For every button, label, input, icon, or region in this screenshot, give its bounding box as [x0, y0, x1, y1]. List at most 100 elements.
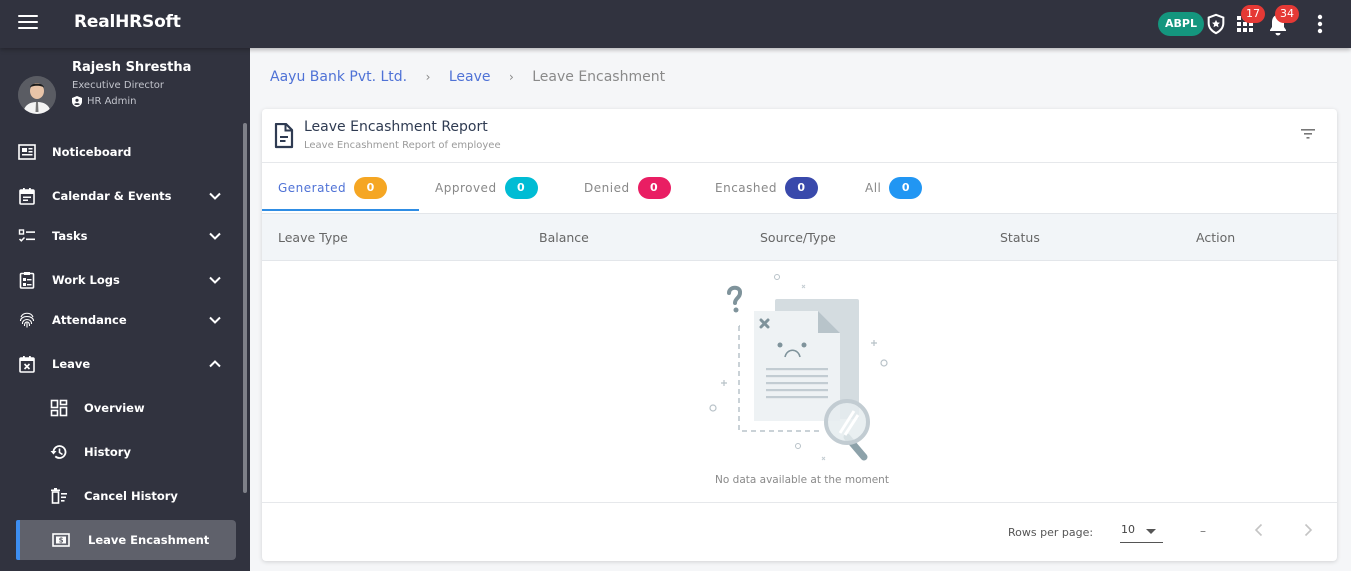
user-shield-icon [72, 96, 82, 107]
user-name: Rajesh Shrestha [72, 60, 192, 75]
document-icon [274, 123, 294, 149]
column-header-balance[interactable]: Balance [539, 230, 589, 245]
tab-label: Encashed [715, 181, 777, 195]
rows-per-page-select[interactable]: 10 [1120, 517, 1163, 543]
breadcrumb-current: Leave Encashment [532, 69, 666, 85]
tab-count-badge: 0 [889, 177, 923, 199]
breadcrumb-separator: › [425, 70, 431, 84]
breadcrumb: Aayu Bank Pvt. Ltd. › Leave › Leave Enca… [270, 69, 665, 85]
sidebar-item-label: Leave Encashment [88, 533, 210, 547]
previous-page-button[interactable] [1246, 517, 1272, 543]
sidebar: Rajesh Shrestha Executive Director HR Ad… [0, 48, 250, 571]
sidebar-item-label: Noticeboard [52, 145, 132, 159]
sidebar-item-attendance[interactable]: Attendance [0, 300, 240, 340]
card-title: Leave Encashment Report [304, 119, 488, 135]
tab-label: Denied [584, 181, 630, 195]
delete-list-icon [51, 488, 67, 504]
shield-star-icon[interactable] [1205, 13, 1227, 39]
sidebar-item-label: Calendar & Events [52, 189, 172, 203]
tab-label: All [865, 181, 882, 195]
tab-encashed[interactable]: Encashed 0 [715, 164, 818, 212]
sidebar-subitem-cancel-history[interactable]: Cancel History [0, 476, 240, 516]
sidebar-item-label: Overview [84, 401, 145, 415]
tab-count-badge: 0 [785, 177, 818, 199]
chevron-right-icon [1304, 523, 1313, 537]
user-job-title: Executive Director [72, 80, 165, 91]
calendar-icon [19, 188, 35, 205]
column-header-action[interactable]: Action [1196, 230, 1235, 245]
column-header-status[interactable]: Status [1000, 230, 1040, 245]
table-pagination: Rows per page: 10 – [262, 502, 1337, 561]
top-bar: RealHRSoft ABPL 17 34 [0, 0, 1351, 48]
caret-down-icon [1146, 529, 1156, 534]
sidebar-item-label: Tasks [52, 229, 88, 243]
history-icon [50, 445, 67, 459]
rows-per-page-label: Rows per page: [1008, 526, 1094, 539]
sidebar-item-label: Leave [52, 357, 91, 371]
breadcrumb-separator: › [508, 70, 514, 84]
tab-generated[interactable]: Generated 0 [278, 164, 388, 212]
chevron-left-icon [1254, 523, 1263, 537]
sidebar-item-leave[interactable]: Leave [0, 344, 240, 384]
user-role: HR Admin [72, 96, 137, 107]
active-tab-indicator [262, 209, 419, 211]
dashboard-icon [50, 399, 68, 417]
sidebar-subitem-leave-encashment[interactable]: $ Leave Encashment [16, 520, 236, 560]
sidebar-item-label: Attendance [52, 313, 127, 327]
page-range-text: – [1200, 524, 1206, 538]
empty-document-illustration [709, 274, 888, 461]
column-header-leave-type[interactable]: Leave Type [278, 230, 348, 245]
table-header: Leave Type Balance Source/Type Status Ac… [262, 213, 1337, 261]
tab-count-badge: 0 [504, 177, 538, 199]
sidebar-item-work-logs[interactable]: Work Logs [0, 260, 240, 300]
tab-label: Generated [278, 181, 347, 195]
chevron-down-icon[interactable] [208, 189, 222, 203]
leave-encashment-report-card: Leave Encashment Report Leave Encashment… [262, 109, 1337, 561]
sidebar-scrollbar[interactable] [243, 123, 247, 493]
breadcrumb-leave[interactable]: Leave [449, 69, 491, 85]
chevron-up-icon[interactable] [208, 357, 222, 371]
status-tabs: Generated 0 Approved 0 Denied 0 Encashed… [262, 164, 1337, 212]
avatar[interactable] [18, 76, 56, 114]
user-role-label: HR Admin [87, 96, 137, 107]
sidebar-subitem-overview[interactable]: Overview [0, 388, 240, 428]
hamburger-menu-icon[interactable] [18, 15, 38, 31]
sidebar-item-tasks[interactable]: Tasks [0, 216, 240, 256]
column-header-source-type[interactable]: Source/Type [760, 230, 836, 245]
card-header: Leave Encashment Report Leave Encashment… [262, 109, 1337, 163]
sidebar-item-label: History [84, 445, 131, 459]
sidebar-item-noticeboard[interactable]: Noticeboard [0, 132, 240, 172]
organization-badge[interactable]: ABPL [1158, 12, 1204, 36]
tab-label: Approved [435, 181, 497, 195]
newspaper-icon [18, 144, 36, 160]
checklist-icon [18, 229, 35, 242]
notifications-count-badge: 34 [1275, 5, 1299, 23]
sidebar-item-calendar-events[interactable]: Calendar & Events [0, 176, 240, 216]
empty-state-message: No data available at the moment [715, 474, 889, 486]
apps-count-badge: 17 [1241, 5, 1265, 23]
sidebar-subitem-history[interactable]: History [0, 432, 240, 472]
breadcrumb-organization[interactable]: Aayu Bank Pvt. Ltd. [270, 69, 407, 85]
tab-count-badge: 0 [354, 177, 388, 199]
filter-icon[interactable] [1301, 129, 1315, 139]
app-title: RealHRSoft [74, 12, 181, 32]
svg-text:$: $ [59, 537, 64, 545]
sidebar-item-label: Work Logs [52, 273, 120, 287]
chevron-down-icon[interactable] [208, 229, 222, 243]
fingerprint-icon [19, 312, 35, 328]
calendar-x-icon [19, 356, 35, 373]
tab-approved[interactable]: Approved 0 [435, 164, 538, 212]
money-icon: $ [52, 533, 70, 547]
tab-denied[interactable]: Denied 0 [584, 164, 671, 212]
empty-state: No data available at the moment [702, 271, 902, 501]
clipboard-icon [19, 272, 35, 289]
sidebar-item-label: Cancel History [84, 489, 178, 503]
more-vertical-icon[interactable] [1316, 14, 1324, 38]
card-subtitle: Leave Encashment Report of employee [304, 140, 501, 151]
rows-per-page-value: 10 [1121, 523, 1135, 536]
tab-count-badge: 0 [637, 177, 671, 199]
tab-all[interactable]: All 0 [865, 164, 923, 212]
chevron-down-icon[interactable] [208, 273, 222, 287]
next-page-button[interactable] [1295, 517, 1321, 543]
chevron-down-icon[interactable] [208, 313, 222, 327]
